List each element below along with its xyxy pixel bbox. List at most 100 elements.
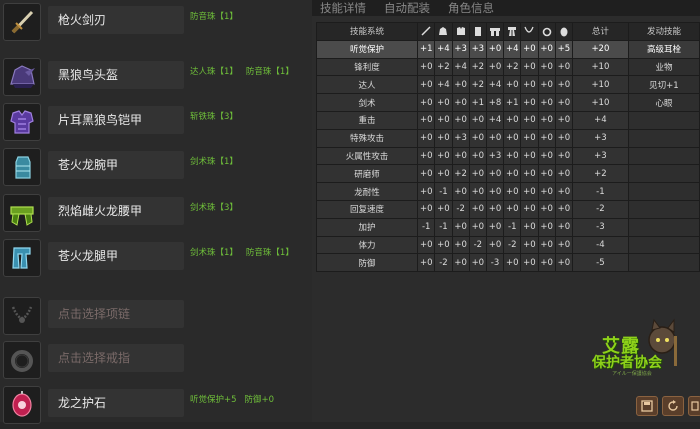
skill-total: -5: [571, 253, 629, 273]
skill-point-cell: +0: [520, 217, 539, 237]
skill-total: +4: [571, 110, 629, 130]
table-row[interactable]: 重击 +0 +0 +0 +0 +4 +0 +0 +0 +0 +4: [315, 110, 700, 130]
skill-point-cell: +4: [503, 39, 522, 59]
table-row[interactable]: 听觉保护 +1 +4 +3 +3 +0 +4 +0 +0 +5 +20 高级耳栓: [315, 39, 700, 59]
helmet-icon[interactable]: [3, 58, 41, 96]
table-row[interactable]: 回复速度 +0 +0 -2 +0 +0 +0 +0 +0 +0 -2: [315, 199, 700, 219]
skill-point-cell: +1: [468, 93, 487, 112]
refresh-button[interactable]: [662, 396, 684, 416]
ring-icon[interactable]: [3, 341, 41, 379]
decoration-label: 防音珠【1】: [190, 12, 238, 22]
equipment-name[interactable]: 烈焰雌火龙腰甲: [48, 197, 184, 225]
skill-point-cell: +0: [537, 110, 556, 130]
table-row[interactable]: 剑术 +0 +0 +0 +1 +8 +1 +0 +0 +0 +10 心眼: [315, 93, 700, 112]
skill-point-cell: +0: [485, 235, 505, 255]
skill-point-cell: +0: [537, 235, 556, 255]
skill-name: 火属性攻击: [315, 146, 419, 166]
table-row[interactable]: 体力 +0 +0 +0 -2 +0 -2 +0 +0 +0 -4: [315, 235, 700, 255]
equipment-slot[interactable]: 黑狼鸟头盔 达人珠【1】 防音珠【1】: [0, 57, 312, 101]
more-button[interactable]: [688, 396, 700, 416]
equipment-name[interactable]: 龙之护石: [48, 389, 184, 417]
skill-point-cell: +0: [417, 235, 436, 255]
equipment-slot[interactable]: 点击选择戒指: [0, 340, 312, 384]
necklace-icon[interactable]: [3, 297, 41, 335]
select-slot-button[interactable]: 点击选择戒指: [48, 344, 184, 372]
skill-point-cell: +0: [554, 182, 573, 201]
skill-point-cell: +0: [434, 146, 453, 166]
equipment-slot[interactable]: 点击选择项链: [0, 296, 312, 340]
chest-armor-icon[interactable]: [3, 103, 41, 141]
skill-point-cell: +0: [554, 199, 573, 219]
select-slot-button[interactable]: 点击选择项链: [48, 300, 184, 328]
skill-point-cell: +0: [417, 253, 436, 273]
equipment-slot[interactable]: 龙之护石 听觉保护+5 防御+0: [0, 385, 312, 429]
skill-total: -3: [571, 217, 629, 237]
skill-name: 龙耐性: [315, 182, 419, 201]
equipment-slot[interactable]: 烈焰雌火龙腰甲 剑术珠【3】: [0, 193, 312, 237]
equipment-slot[interactable]: 苍火龙腿甲 剑术珠【1】 防音珠【1】: [0, 238, 312, 282]
chest-col-icon: [456, 27, 465, 36]
arm-col-icon: [474, 27, 481, 37]
charm-icon[interactable]: [3, 386, 41, 424]
skill-point-cell: +0: [537, 164, 556, 184]
skill-name: 剑术: [315, 93, 419, 112]
equipment-name[interactable]: 苍火龙腕甲: [48, 151, 184, 179]
skill-point-cell: +0: [520, 199, 539, 219]
skill-point-cell: +1: [503, 93, 522, 112]
header-active-skill: 发动技能: [627, 22, 700, 41]
equipment-name[interactable]: 枪火剑刃: [48, 6, 184, 34]
skill-point-cell: +8: [485, 93, 505, 112]
skill-point-cell: +0: [554, 217, 573, 237]
skill-point-cell: +0: [520, 182, 539, 201]
table-row[interactable]: 锋利度 +0 +2 +4 +2 +0 +2 +0 +0 +0 +10 业物: [315, 57, 700, 77]
table-row[interactable]: 特殊攻击 +0 +0 +3 +0 +0 +0 +0 +0 +0 +3: [315, 128, 700, 148]
table-row[interactable]: 防御 +0 -2 +0 +0 -3 +0 +0 +0 +0 -5: [315, 253, 700, 273]
equipment-slot[interactable]: 片耳黑狼鸟铠甲 斩铁珠【3】: [0, 102, 312, 146]
skill-point-cell: +0: [503, 128, 522, 148]
decoration-label: 防音珠【1】: [245, 248, 294, 258]
skill-point-cell: -1: [434, 217, 453, 237]
sword-icon[interactable]: [3, 3, 41, 41]
skill-point-cell: +0: [468, 253, 487, 273]
save-button[interactable]: [636, 396, 658, 416]
decoration-label: 剑术珠【1】: [190, 248, 238, 258]
necklace-col-icon: [520, 22, 539, 41]
skill-point-cell: +0: [503, 146, 522, 166]
table-row[interactable]: 达人 +0 +4 +0 +2 +4 +0 +0 +0 +0 +10 见切+1: [315, 75, 700, 95]
skill-point-cell: +0: [554, 253, 573, 273]
skill-point-cell: +0: [520, 128, 539, 148]
charm-col-icon: [554, 22, 573, 41]
gauntlet-icon[interactable]: [3, 148, 41, 186]
skill-point-cell: +0: [468, 128, 487, 148]
skill-point-cell: +0: [434, 235, 453, 255]
equipment-name[interactable]: 片耳黑狼鸟铠甲: [48, 106, 184, 134]
waist-col-icon: [485, 22, 505, 41]
equipment-slot[interactable]: 苍火龙腕甲 剑术珠【1】: [0, 147, 312, 191]
equipment-slot[interactable]: 枪火剑刃 防音珠【1】: [0, 2, 312, 46]
tab-auto-equip[interactable]: 自动配装: [376, 0, 440, 16]
skill-name: 加护: [315, 217, 419, 237]
skill-point-cell: +2: [451, 164, 470, 184]
equipment-name[interactable]: 黑狼鸟头盔: [48, 61, 184, 89]
skill-total: +3: [571, 146, 629, 166]
skill-point-cell: +0: [468, 199, 487, 219]
activated-skill: [627, 164, 700, 184]
table-row[interactable]: 加护 -1 -1 +0 +0 +0 -1 +0 +0 +0 -3: [315, 217, 700, 237]
skill-point-cell: +0: [537, 217, 556, 237]
waist-armor-icon[interactable]: [3, 194, 41, 232]
skill-total: -2: [571, 199, 629, 219]
table-row[interactable]: 研磨师 +0 +0 +2 +0 +0 +0 +0 +0 +0 +2: [315, 164, 700, 184]
skill-point-cell: +4: [451, 57, 470, 77]
tab-skill-details[interactable]: 技能详情: [312, 0, 376, 16]
tab-character-info[interactable]: 角色信息: [440, 0, 504, 16]
leg-armor-icon[interactable]: [3, 239, 41, 277]
decoration-label: 剑术珠【3】: [190, 203, 238, 213]
skill-point-cell: +0: [485, 57, 505, 77]
ring-col-icon: [542, 28, 551, 37]
equipment-name[interactable]: 苍火龙腿甲: [48, 242, 184, 270]
skill-point-cell: +0: [503, 253, 522, 273]
table-row[interactable]: 龙耐性 +0 -1 +0 +0 +0 +0 +0 +0 +0 -1: [315, 182, 700, 201]
table-row[interactable]: 火属性攻击 +0 +0 +0 +0 +3 +0 +0 +0 +0 +3: [315, 146, 700, 166]
skill-point-cell: +0: [537, 57, 556, 77]
skill-point-cell: +0: [554, 146, 573, 166]
